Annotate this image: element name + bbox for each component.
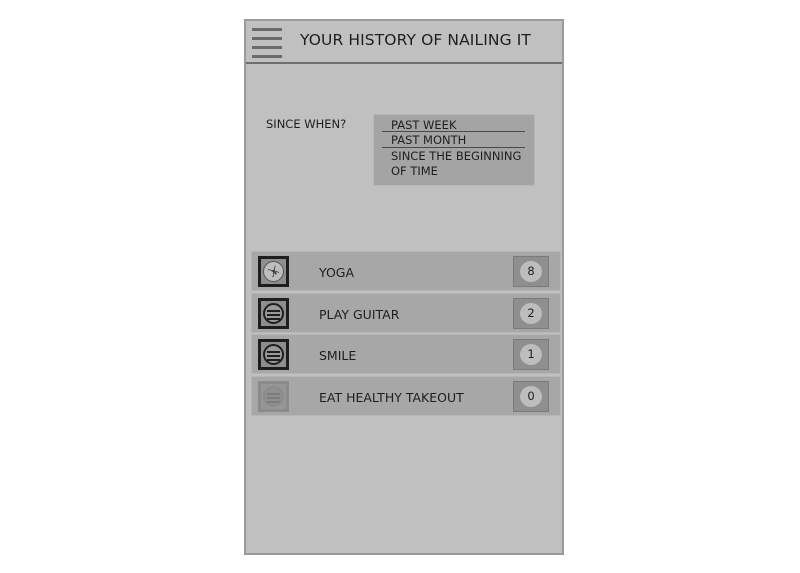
- list-item[interactable]: 🤸︎ YOGA 8: [251, 251, 561, 291]
- since-when-label: SINCE WHEN?: [266, 117, 347, 131]
- option-past-month[interactable]: PAST MONTH: [391, 133, 466, 147]
- app-screen: YOUR HISTORY OF NAILING IT SINCE WHEN? P…: [244, 19, 564, 555]
- habit-icon: [258, 339, 289, 370]
- option-past-week[interactable]: PAST WEEK: [391, 118, 457, 132]
- habit-name: EAT HEALTHY TAKEOUT: [319, 390, 464, 405]
- hamburger-menu-icon[interactable]: [252, 28, 282, 58]
- count-value: 8: [520, 261, 542, 282]
- count-value: 1: [520, 344, 542, 365]
- top-bar: YOUR HISTORY OF NAILING IT: [246, 21, 562, 64]
- option-since-beginning[interactable]: SINCE THE BEGINNING OF TIME: [391, 149, 531, 179]
- list-item[interactable]: PLAY GUITAR 2: [251, 293, 561, 333]
- count-badge: 2: [513, 298, 549, 329]
- divider: [382, 131, 525, 132]
- habit-name: SMILE: [319, 348, 357, 363]
- count-value: 2: [520, 303, 542, 324]
- habit-icon: [258, 298, 289, 329]
- page-title: YOUR HISTORY OF NAILING IT: [300, 31, 531, 49]
- count-badge: 1: [513, 339, 549, 370]
- habit-icon-inactive: [258, 381, 289, 412]
- count-badge: 0: [513, 381, 549, 412]
- habit-name: YOGA: [319, 265, 355, 280]
- habit-name: PLAY GUITAR: [319, 307, 400, 322]
- divider: [382, 147, 525, 148]
- list-item[interactable]: EAT HEALTHY TAKEOUT 0: [251, 376, 561, 416]
- count-badge: 8: [513, 256, 549, 287]
- count-value: 0: [520, 386, 542, 407]
- yoga-icon: 🤸︎: [258, 256, 289, 287]
- time-range-selector[interactable]: PAST WEEK PAST MONTH SINCE THE BEGINNING…: [373, 114, 535, 186]
- list-item[interactable]: SMILE 1: [251, 334, 561, 374]
